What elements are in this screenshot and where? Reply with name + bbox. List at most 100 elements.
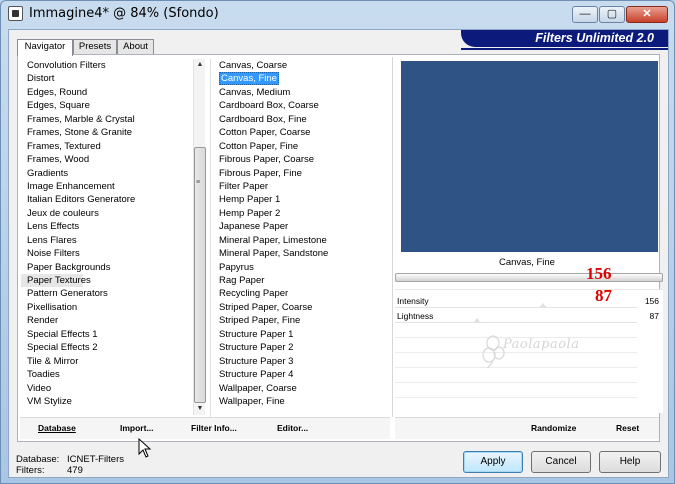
category-item[interactable]: Edges, Round [21,86,193,99]
category-item[interactable]: Gradients [21,167,193,180]
category-item[interactable]: Noise Filters [21,247,193,260]
filter-item[interactable]: Filter Paper [211,180,388,193]
filter-item[interactable]: Hemp Paper 2 [211,207,388,220]
lightness-label: Lightness [397,311,434,321]
randomize-button[interactable]: Randomize [531,423,576,433]
filter-item-label: Papyrus [219,261,254,273]
filter-item[interactable]: Mineral Paper, Sandstone [211,247,388,260]
category-item[interactable]: Special Effects 2 [21,341,193,354]
filter-item[interactable]: Striped Paper, Coarse [211,301,388,314]
category-item[interactable]: Frames, Textured [21,140,193,153]
filter-item-label: Fibrous Paper, Coarse [219,154,315,166]
filter-item[interactable]: Structure Paper 4 [211,368,388,381]
filter-item[interactable]: Cotton Paper, Coarse [211,126,388,139]
database-value: ICNET-Filters [67,454,124,465]
brand-banner: Filters Unlimited 2.0 [461,30,668,47]
tab-about[interactable]: About [117,39,154,55]
apply-button[interactable]: Apply [463,451,523,473]
category-item[interactable]: Toadies [21,368,193,381]
filter-preview [401,61,658,252]
category-item[interactable]: Frames, Wood [21,153,193,166]
category-item[interactable]: Italian Editors Generatore [21,193,193,206]
category-item[interactable]: Jeux de couleurs [21,207,193,220]
filter-item[interactable]: Wallpaper, Coarse [211,382,388,395]
minimize-button[interactable]: — [572,6,598,23]
filter-item[interactable]: Cardboard Box, Fine [211,113,388,126]
filter-item[interactable]: Cardboard Box, Coarse [211,99,388,112]
filter-item[interactable]: Mineral Paper, Limestone [211,234,388,247]
filter-item-label: Wallpaper, Fine [219,395,285,407]
filter-item[interactable]: Canvas, Medium [211,86,388,99]
category-item[interactable]: Lens Flares [21,234,193,247]
reset-button[interactable]: Reset [616,423,639,433]
filter-item[interactable]: Structure Paper 1 [211,328,388,341]
filter-item-label: Filter Paper [219,180,269,192]
scroll-grip-icon: ≡ [196,179,201,186]
category-item[interactable]: Special Effects 1 [21,328,193,341]
database-button[interactable]: Database [38,423,76,433]
help-button[interactable]: Help [599,451,661,473]
category-item[interactable]: VM Stylize [21,395,193,408]
close-button[interactable]: ✕ [626,6,668,23]
category-item[interactable]: Paper Textures [21,274,91,288]
lightness-track[interactable] [395,322,637,323]
category-item[interactable]: Pattern Generators [21,287,193,300]
lightness-annotation: 87 [595,286,612,305]
filter-item-label: Cotton Paper, Fine [219,140,299,152]
filter-item[interactable]: Striped Paper, Fine [211,314,388,327]
filter-item[interactable]: Wallpaper, Fine [211,395,388,408]
filter-item[interactable]: Cotton Paper, Fine [211,140,388,153]
filter-item-label: Structure Paper 1 [219,328,294,340]
editor-button[interactable]: Editor... [277,423,308,433]
preview-scrollbar[interactable] [395,273,663,282]
filter-item-label: Striped Paper, Coarse [219,301,313,313]
filter-item[interactable]: Rag Paper [211,274,388,287]
watermark: Paolapaola [481,329,631,379]
filter-item[interactable]: Structure Paper 3 [211,355,388,368]
category-item[interactable]: Frames, Marble & Crystal [21,113,193,126]
navigator-button-row: Database Import... Filter Info... Editor… [20,417,390,439]
category-scrollbar[interactable]: ▲ ≡ ▼ [193,59,206,415]
title-bar[interactable]: Immagine4* @ 84% (Sfondo) — ▢ ✕ [1,1,674,27]
filter-item[interactable]: Fibrous Paper, Coarse [211,153,388,166]
filter-item-label: Structure Paper 2 [219,342,294,354]
maximize-button[interactable]: ▢ [599,6,625,23]
filter-item[interactable]: Canvas, Coarse [211,59,388,72]
filter-item[interactable]: Canvas, Fine [211,72,388,86]
category-item[interactable]: Paper Backgrounds [21,261,193,274]
category-item[interactable]: Render [21,314,193,327]
lightness-slider[interactable]: Lightness 87 [395,309,663,324]
category-list[interactable]: Convolution Filters Distort Edges, Round Ed… [21,59,193,417]
lightness-knob[interactable] [473,318,482,323]
filter-item[interactable]: Hemp Paper 1 [211,193,388,206]
filter-item-label: Cardboard Box, Fine [219,113,307,125]
category-item[interactable]: Tile & Mirror [21,355,193,368]
intensity-track[interactable] [395,307,637,308]
filter-list[interactable]: Canvas, Coarse Canvas, Fine Canvas, Medium… [210,59,388,417]
cancel-button[interactable]: Cancel [531,451,591,473]
category-item[interactable]: Convolution Filters [21,59,193,72]
filter-item[interactable]: Papyrus [211,261,388,274]
filter-item-label: Mineral Paper, Sandstone [219,248,329,260]
category-item[interactable]: Pixellisation [21,301,193,314]
import-button[interactable]: Import... [120,423,154,433]
category-item[interactable]: Lens Effects [21,220,193,233]
intensity-slider[interactable]: Intensity 156 [395,294,663,309]
filter-item[interactable]: Japanese Paper [211,220,388,233]
tab-navigator[interactable]: Navigator [17,39,73,56]
category-item[interactable]: Image Enhancement [21,180,193,193]
filter-item[interactable]: Structure Paper 2 [211,341,388,354]
tab-presets[interactable]: Presets [73,39,117,55]
scroll-down-icon[interactable]: ▼ [194,403,206,415]
category-item[interactable]: Frames, Stone & Granite [21,126,193,139]
filter-item[interactable]: Fibrous Paper, Fine [211,167,388,180]
scroll-up-icon[interactable]: ▲ [194,59,206,71]
filter-item-label: Fibrous Paper, Fine [219,167,302,179]
category-item[interactable]: Edges, Square [21,99,193,112]
category-item[interactable]: Distort [21,72,193,85]
filter-item-label: Structure Paper 4 [219,369,294,381]
filter-info-button[interactable]: Filter Info... [191,423,237,433]
category-item[interactable]: Video [21,382,193,395]
intensity-knob[interactable] [538,303,547,308]
filter-item[interactable]: Recycling Paper [211,287,388,300]
